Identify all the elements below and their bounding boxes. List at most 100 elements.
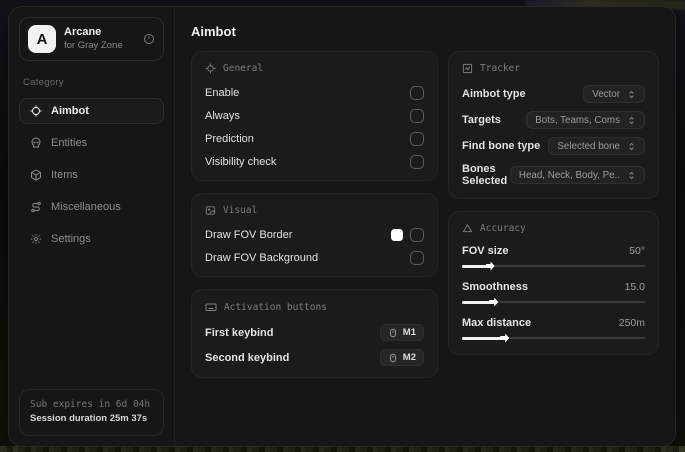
sidebar-header: A Arcane for Gray Zone [19, 17, 164, 61]
keybind-value: M1 [402, 327, 416, 338]
session-duration-text: Session duration 25m 37s [30, 413, 148, 425]
setting-label: Bones Selected [462, 163, 508, 187]
setting-row-draw-fov-border: Draw FOV Border [205, 227, 424, 242]
select-value: Bots, Teams, Coms [535, 114, 620, 126]
crosshair-icon [205, 63, 216, 74]
setting-row-always: Always [205, 108, 424, 123]
first-keybind-button[interactable]: M1 [379, 324, 424, 341]
app-window: A Arcane for Gray Zone Category Aimbot E… [8, 6, 676, 447]
mouse-icon [388, 353, 398, 363]
slider-thumb[interactable] [489, 297, 499, 307]
gear-icon [29, 233, 42, 245]
prediction-checkbox[interactable] [410, 131, 424, 146]
sidebar-item-label: Miscellaneous [51, 201, 121, 213]
setting-row-bones-selected: Bones Selected Head, Neck, Body, Pe.. [462, 163, 645, 187]
select-value: Head, Neck, Body, Pe.. [518, 169, 620, 181]
sidebar-item-label: Settings [51, 233, 91, 245]
card-title: Accuracy [480, 223, 526, 234]
activation-buttons-card: Activation buttons First keybind M1 Seco… [191, 289, 438, 378]
sidebar-nav: Aimbot Entities Items Miscellaneous Sett… [19, 98, 164, 252]
slider-value: 15.0 [624, 281, 645, 293]
targets-select[interactable]: Bots, Teams, Coms [526, 111, 645, 129]
app-subtitle: for Gray Zone [64, 39, 123, 51]
draw-fov-background-checkbox[interactable] [410, 250, 424, 265]
setting-row-max-distance: Max distance 250m [462, 317, 645, 343]
enable-checkbox[interactable] [410, 85, 424, 100]
sidebar-item-aimbot[interactable]: Aimbot [19, 98, 164, 124]
page-title: Aimbot [191, 24, 236, 39]
unfold-icon [627, 90, 636, 99]
slider-thumb[interactable] [485, 261, 495, 271]
setting-row-targets: Targets Bots, Teams, Coms [462, 111, 645, 129]
setting-row-enable: Enable [205, 85, 424, 100]
tracker-icon [462, 63, 473, 74]
sidebar-item-miscellaneous[interactable]: Miscellaneous [19, 194, 164, 220]
subscription-info: Sub expires in 6d 04h Session duration 2… [19, 388, 164, 436]
unfold-icon [627, 142, 636, 151]
unfold-icon [627, 116, 636, 125]
setting-row-smoothness: Smoothness 15.0 [462, 281, 645, 307]
setting-label: Aimbot type [462, 88, 526, 100]
bones-selected-select[interactable]: Head, Neck, Body, Pe.. [509, 166, 645, 184]
find-bone-type-select[interactable]: Selected bone [548, 137, 645, 155]
setting-label: Draw FOV Border [205, 228, 293, 241]
fov-size-slider[interactable] [462, 261, 645, 271]
select-value: Selected bone [557, 140, 620, 152]
power-icon[interactable] [143, 33, 155, 45]
smoothness-slider[interactable] [462, 297, 645, 307]
sidebar: A Arcane for Gray Zone Category Aimbot E… [9, 7, 175, 446]
setting-label: Targets [462, 114, 501, 126]
setting-row-fov-size: FOV size 50° [462, 245, 645, 271]
setting-row-second-keybind: Second keybind M2 [205, 349, 424, 366]
draw-fov-border-checkbox[interactable] [410, 227, 424, 242]
mouse-icon [388, 328, 398, 338]
setting-label: Max distance [462, 317, 532, 329]
setting-label: Draw FOV Background [205, 251, 319, 264]
always-checkbox[interactable] [410, 108, 424, 123]
slider-value: 50° [629, 245, 645, 257]
setting-label: Prediction [205, 132, 254, 145]
visibility-check-checkbox[interactable] [410, 154, 424, 169]
setting-row-prediction: Prediction [205, 131, 424, 146]
app-name: Arcane [64, 26, 102, 39]
sub-expires-text: Sub expires in 6d 04h [30, 398, 151, 410]
aimbot-type-select[interactable]: Vector [583, 85, 645, 103]
card-title: Visual [223, 205, 258, 216]
setting-row-aimbot-type: Aimbot type Vector [462, 85, 645, 103]
setting-row-visibility-check: Visibility check [205, 154, 424, 169]
color-swatch[interactable] [391, 228, 403, 241]
sidebar-item-settings[interactable]: Settings [19, 226, 164, 252]
general-card: General Enable Always Prediction Visibil… [191, 51, 438, 181]
slider-value: 250m [618, 317, 645, 329]
app-logo: A [28, 25, 56, 53]
setting-label: Enable [205, 86, 240, 99]
setting-label: FOV size [462, 245, 509, 257]
skull-icon [29, 137, 42, 149]
tracker-card: Tracker Aimbot type Vector Targets Bots,… [448, 51, 659, 199]
card-title: General [223, 63, 264, 74]
second-keybind-button[interactable]: M2 [379, 349, 424, 366]
sidebar-item-entities[interactable]: Entities [19, 130, 164, 156]
setting-label: Smoothness [462, 281, 529, 293]
setting-label: Find bone type [462, 140, 541, 152]
crosshair-icon [29, 105, 42, 117]
app-title-block: Arcane for Gray Zone [64, 26, 135, 52]
keyboard-icon [205, 301, 217, 313]
visual-card: Visual Draw FOV Border Draw FOV Backgrou… [191, 193, 438, 277]
accuracy-icon [462, 223, 473, 234]
sidebar-item-label: Aimbot [51, 105, 89, 117]
sidebar-item-items[interactable]: Items [19, 162, 164, 188]
sidebar-item-label: Items [51, 169, 78, 181]
slider-thumb[interactable] [500, 333, 510, 343]
max-distance-slider[interactable] [462, 333, 645, 343]
setting-label: Second keybind [205, 351, 290, 364]
cube-icon [29, 169, 42, 181]
setting-label: Visibility check [205, 155, 277, 168]
category-label: Category [23, 77, 64, 88]
unfold-icon [627, 171, 636, 180]
main-content: Aimbot General Enable Always Prediction … [175, 7, 675, 446]
select-value: Vector [592, 88, 620, 100]
image-icon [205, 205, 216, 216]
setting-label: First keybind [205, 326, 274, 339]
setting-label: Always [205, 109, 240, 122]
